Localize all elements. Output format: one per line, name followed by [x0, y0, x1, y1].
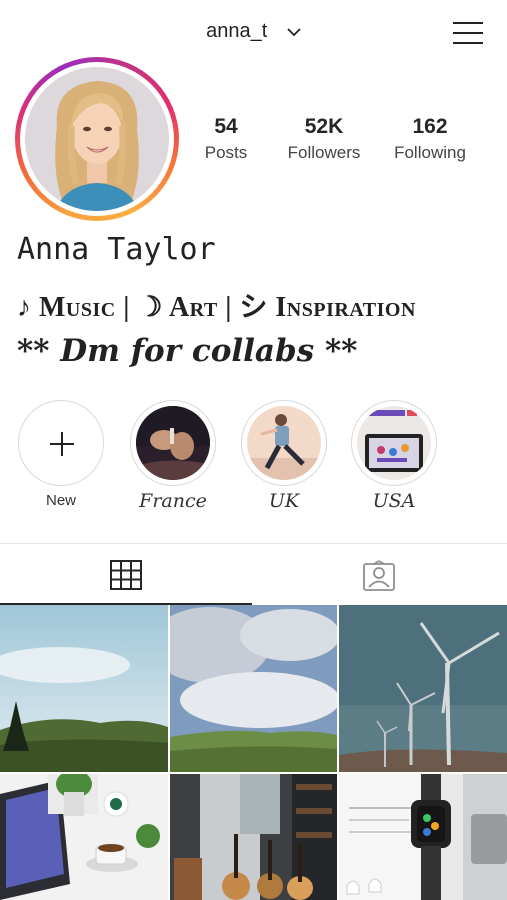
- post-thumbnail[interactable]: [339, 774, 507, 900]
- post-thumbnail[interactable]: [170, 605, 337, 772]
- followers-count[interactable]: 52K Followers: [282, 115, 366, 163]
- highlight-uk[interactable]: UK: [239, 400, 329, 512]
- tagged-person-icon: [363, 560, 395, 591]
- bio-tagline: ♪ Music | ☽ Art | シ Inspiration: [17, 292, 416, 323]
- post-thumbnail[interactable]: [0, 774, 168, 900]
- post-thumbnail[interactable]: [0, 605, 168, 772]
- highlight-label: France: [139, 490, 207, 512]
- posts-grid: [0, 605, 507, 900]
- highlight-label: USA: [372, 490, 416, 512]
- highlight-cover: [357, 406, 431, 480]
- post-thumbnail[interactable]: [170, 774, 337, 900]
- account-switcher[interactable]: anna_t: [0, 20, 507, 43]
- avatar-photo: [25, 67, 169, 211]
- highlight-france[interactable]: France: [128, 400, 218, 512]
- username: anna_t: [206, 20, 268, 43]
- highlight-new[interactable]: New: [16, 400, 106, 509]
- highlight-label: UK: [268, 490, 300, 512]
- plus-icon: [50, 432, 74, 456]
- post-thumbnail[interactable]: [339, 605, 507, 772]
- chevron-down-icon: [287, 28, 301, 36]
- tab-tagged[interactable]: [252, 544, 504, 605]
- highlight-cover: [247, 406, 321, 480]
- highlight-cover: [136, 406, 210, 480]
- highlight-label: New: [45, 492, 76, 509]
- posts-label: Posts: [204, 143, 248, 162]
- posts-value: 54: [214, 115, 238, 138]
- profile-tabs: [0, 543, 507, 605]
- following-count[interactable]: 162 Following: [388, 115, 472, 163]
- profile-header: anna_t: [0, 0, 507, 66]
- grid-icon: [110, 560, 142, 590]
- display-name: Anna Taylor: [17, 232, 216, 267]
- highlight-usa[interactable]: USA: [349, 400, 439, 512]
- hamburger-menu-icon[interactable]: [453, 20, 483, 46]
- following-label: Following: [394, 143, 466, 162]
- following-value: 162: [412, 115, 448, 138]
- followers-label: Followers: [287, 143, 361, 162]
- avatar[interactable]: [15, 57, 179, 221]
- posts-count[interactable]: 54 Posts: [199, 115, 253, 163]
- tab-grid[interactable]: [0, 544, 252, 605]
- bio-line: ** Dm for collabs **: [17, 333, 358, 369]
- followers-value: 52K: [304, 115, 344, 138]
